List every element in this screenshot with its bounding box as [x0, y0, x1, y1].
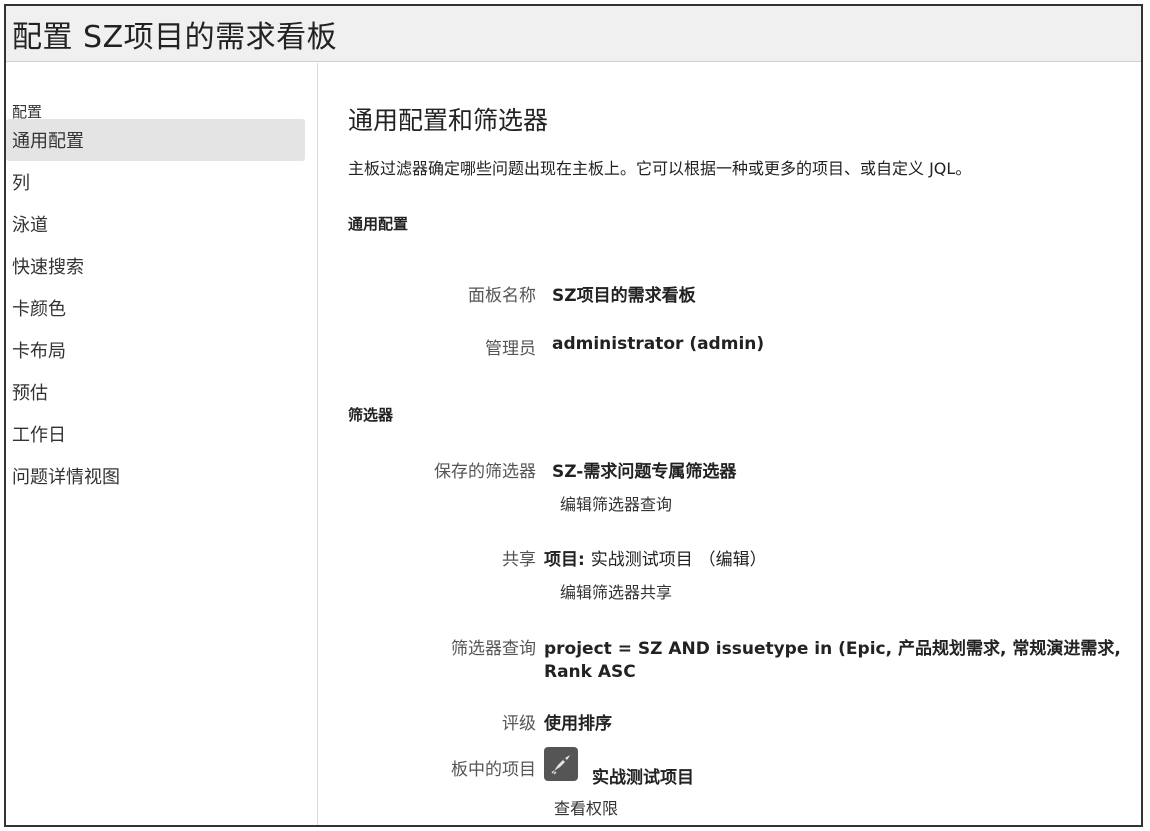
board-name-value: SZ项目的需求看板 [552, 286, 696, 306]
board-name-label: 面板名称 [468, 286, 536, 306]
rocket-icon[interactable] [544, 747, 578, 781]
sidebar-item-general-config[interactable]: 通用配置 [6, 119, 305, 161]
share-value: 项目: 实战测试项目 （编辑） [544, 545, 767, 570]
sidebar-item-card-layout[interactable]: 卡布局 [6, 329, 317, 371]
main-content: 通用配置和筛选器 主板过滤器确定哪些问题出现在主板上。它可以根据一种或更多的项目… [348, 63, 1141, 825]
sidebar-item-working-days[interactable]: 工作日 [6, 413, 317, 455]
sidebar-item-columns[interactable]: 列 [6, 161, 317, 203]
filter-query-line-2: Rank ASC [544, 662, 636, 682]
edit-filter-share-link[interactable]: 编辑筛选器共享 [560, 579, 672, 603]
share-label: 共享 [502, 550, 536, 570]
section-title: 通用配置和筛选器 [348, 106, 549, 135]
sidebar-item-quick-filters[interactable]: 快速搜索 [6, 245, 317, 287]
saved-filter-value: SZ-需求问题专属筛选器 [552, 462, 737, 482]
board-project-name[interactable]: 实战测试项目 [592, 763, 694, 788]
filter-heading: 筛选器 [348, 406, 394, 424]
share-prefix: 项目: [544, 550, 585, 570]
filter-query-label: 筛选器查询 [451, 639, 536, 659]
admin-label: 管理员 [485, 339, 536, 359]
share-project: 实战测试项目 [590, 550, 693, 570]
sidebar-item-estimation[interactable]: 预估 [6, 371, 317, 413]
filter-query-line-1: project = SZ AND issuetype in (Epic, 产品规… [544, 639, 1121, 659]
config-sidebar: 配置 通用配置 列 泳道 快速搜索 卡颜色 卡布局 预估 工作日 问题详情视图 [6, 63, 318, 825]
admin-value: administrator (admin) [552, 334, 765, 354]
board-projects-label: 板中的项目 [451, 760, 536, 780]
sidebar-item-swimlanes[interactable]: 泳道 [6, 203, 317, 245]
rank-label: 评级 [502, 714, 536, 734]
share-edit-link[interactable]: （编辑） [699, 550, 767, 570]
saved-filter-label: 保存的筛选器 [434, 462, 536, 482]
page-header: 配置 SZ项目的需求看板 [6, 6, 1141, 62]
section-description: 主板过滤器确定哪些问题出现在主板上。它可以根据一种或更多的项目、或自定义 JQL… [348, 159, 972, 178]
view-permissions-link[interactable]: 查看权限 [554, 795, 618, 819]
page-title: 配置 SZ项目的需求看板 [12, 19, 338, 55]
edit-filter-query-link[interactable]: 编辑筛选器查询 [560, 491, 672, 515]
rank-value: 使用排序 [544, 714, 612, 734]
general-config-heading: 通用配置 [348, 215, 409, 233]
board-config-page: 配置 SZ项目的需求看板 配置 通用配置 列 泳道 快速搜索 卡颜色 卡布局 预… [4, 4, 1143, 827]
sidebar-item-card-colors[interactable]: 卡颜色 [6, 287, 317, 329]
sidebar-nav: 通用配置 列 泳道 快速搜索 卡颜色 卡布局 预估 工作日 问题详情视图 [6, 119, 317, 497]
sidebar-item-issue-detail-view[interactable]: 问题详情视图 [6, 455, 317, 497]
